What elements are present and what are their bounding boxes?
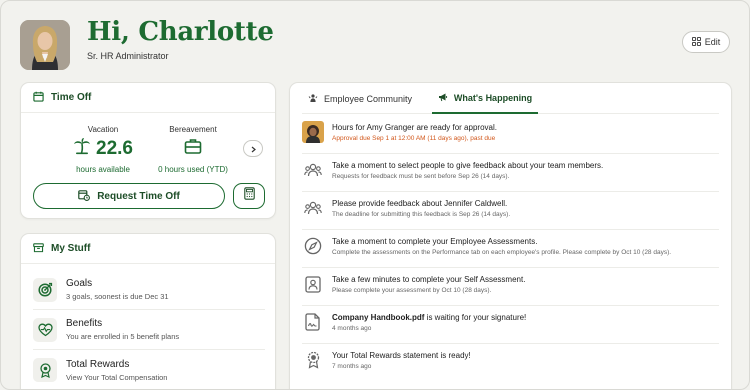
vacation-balance[interactable]: Vacation 22.6 hours available xyxy=(55,125,151,174)
feed-item[interactable]: Company Handbook.pdf is waiting for your… xyxy=(302,306,719,344)
time-off-header: Time Off xyxy=(21,83,275,113)
chevron-right-icon xyxy=(250,140,257,158)
feed-item[interactable]: Hours for Amy Granger are ready for appr… xyxy=(302,116,719,154)
community-icon xyxy=(308,93,318,105)
feed-item-title: Your Total Rewards statement is ready! xyxy=(332,351,471,360)
tab-whats-happening-label: What's Happening xyxy=(453,92,533,103)
medal-icon xyxy=(33,358,57,382)
feed-item-sub: Requests for feedback must be sent befor… xyxy=(332,173,510,180)
feed-tabs: Employee Community What's Happening xyxy=(302,83,719,114)
feed-item-title: Take a moment to select people to give f… xyxy=(332,161,604,170)
feed-item[interactable]: Take a moment to complete your Employee … xyxy=(302,230,719,268)
total-rewards-sub: View Your Total Compensation xyxy=(66,372,168,382)
palm-tree-icon xyxy=(73,137,91,161)
feed-item-title: Company Handbook.pdf is waiting for your… xyxy=(332,312,526,323)
vacation-label: Vacation xyxy=(87,125,119,134)
my-stuff-total-rewards[interactable]: Total Rewards View Your Total Compensati… xyxy=(33,350,265,389)
compass-icon xyxy=(302,235,324,257)
tab-employee-community-label: Employee Community xyxy=(324,93,413,104)
feed-card: Employee Community What's Happening Hour… xyxy=(289,82,732,389)
feed-item-sub: The deadline for submitting this feedbac… xyxy=(332,211,511,218)
calendar-icon xyxy=(33,91,44,105)
document-name: Company Handbook.pdf xyxy=(332,313,425,322)
total-rewards-title: Total Rewards xyxy=(66,358,130,370)
feed-item-sub: 4 months ago xyxy=(332,325,372,332)
benefits-title: Benefits xyxy=(66,318,103,329)
tab-whats-happening[interactable]: What's Happening xyxy=(432,83,538,114)
box-icon xyxy=(33,242,44,256)
ribbon-icon xyxy=(302,349,324,371)
benefits-sub: You are enrolled in 5 benefit plans xyxy=(66,332,180,341)
user-role: Sr. HR Administrator xyxy=(87,51,169,61)
target-icon xyxy=(33,277,57,302)
feed-item-sub: Complete the assessments on the Performa… xyxy=(332,249,672,256)
time-off-card: Time Off Vacation 22.6 hours available B… xyxy=(20,82,276,219)
requester-avatar xyxy=(302,121,324,143)
feed-item-title: Take a moment to complete your Employee … xyxy=(332,237,538,246)
feed-item-title: Take a few minutes to complete your Self… xyxy=(332,275,526,284)
my-stuff-goals[interactable]: Goals 3 goals, soonest is due Dec 31 xyxy=(33,270,265,310)
feed-item[interactable]: Please provide feedback about Jennifer C… xyxy=(302,192,719,230)
feed-item[interactable]: Take a moment to select people to give f… xyxy=(302,154,719,192)
page-title: Hi, Charlotte xyxy=(87,17,274,47)
goals-sub: 3 goals, soonest is due Dec 31 xyxy=(66,292,169,301)
vacation-hours: 22.6 xyxy=(96,138,133,159)
feed-item-title-rest: is waiting for your signature! xyxy=(424,313,527,322)
briefcase-icon xyxy=(184,137,202,161)
edit-button[interactable]: Edit xyxy=(682,31,730,53)
request-time-off-button[interactable]: Request Time Off xyxy=(33,183,225,209)
bereavement-label: Bereavement xyxy=(169,125,217,134)
my-stuff-title: My Stuff xyxy=(51,243,91,254)
grid-icon xyxy=(691,36,701,48)
next-balance-button[interactable] xyxy=(243,140,263,157)
feed-item-sub: 7 months ago xyxy=(332,363,372,370)
feed-item-sub: Please complete your assessment by Oct 1… xyxy=(332,287,492,294)
calculator-icon xyxy=(243,187,255,205)
goals-title: Goals xyxy=(66,278,93,289)
signature-icon xyxy=(302,311,324,333)
people-icon xyxy=(302,159,324,181)
my-stuff-benefits[interactable]: Benefits You are enrolled in 5 benefit p… xyxy=(33,310,265,350)
feed-item[interactable]: Your Total Rewards statement is ready! 7… xyxy=(302,344,719,382)
person-card-icon xyxy=(302,273,324,295)
people-icon xyxy=(302,197,324,219)
megaphone-icon xyxy=(438,92,448,104)
tab-employee-community[interactable]: Employee Community xyxy=(308,83,412,114)
edit-label: Edit xyxy=(704,37,721,47)
feed-item-due-alert: Approval due Sep 1 at 12:00 AM (11 days … xyxy=(332,135,496,142)
app-frame: Hi, Charlotte Sr. HR Administrator Edit … xyxy=(0,0,750,390)
feed-item-title: Hours for Amy Granger are ready for appr… xyxy=(332,123,497,132)
calculator-button[interactable] xyxy=(233,183,265,209)
profile-avatar[interactable] xyxy=(20,20,70,70)
bereavement-balance[interactable]: Bereavement 0 hours used (YTD) xyxy=(143,125,243,174)
calendar-clock-icon xyxy=(78,189,91,204)
bereavement-sub: 0 hours used (YTD) xyxy=(158,165,228,174)
heart-pulse-icon xyxy=(33,317,57,342)
my-stuff-card: My Stuff Goals 3 goals, soonest is due D… xyxy=(20,233,276,389)
vacation-sub: hours available xyxy=(76,165,130,174)
request-time-off-label: Request Time Off xyxy=(97,190,180,202)
time-off-title: Time Off xyxy=(51,92,92,103)
feed-item-title: Please provide feedback about Jennifer C… xyxy=(332,199,508,208)
feed-item[interactable]: Take a few minutes to complete your Self… xyxy=(302,268,719,306)
my-stuff-header: My Stuff xyxy=(21,234,275,264)
